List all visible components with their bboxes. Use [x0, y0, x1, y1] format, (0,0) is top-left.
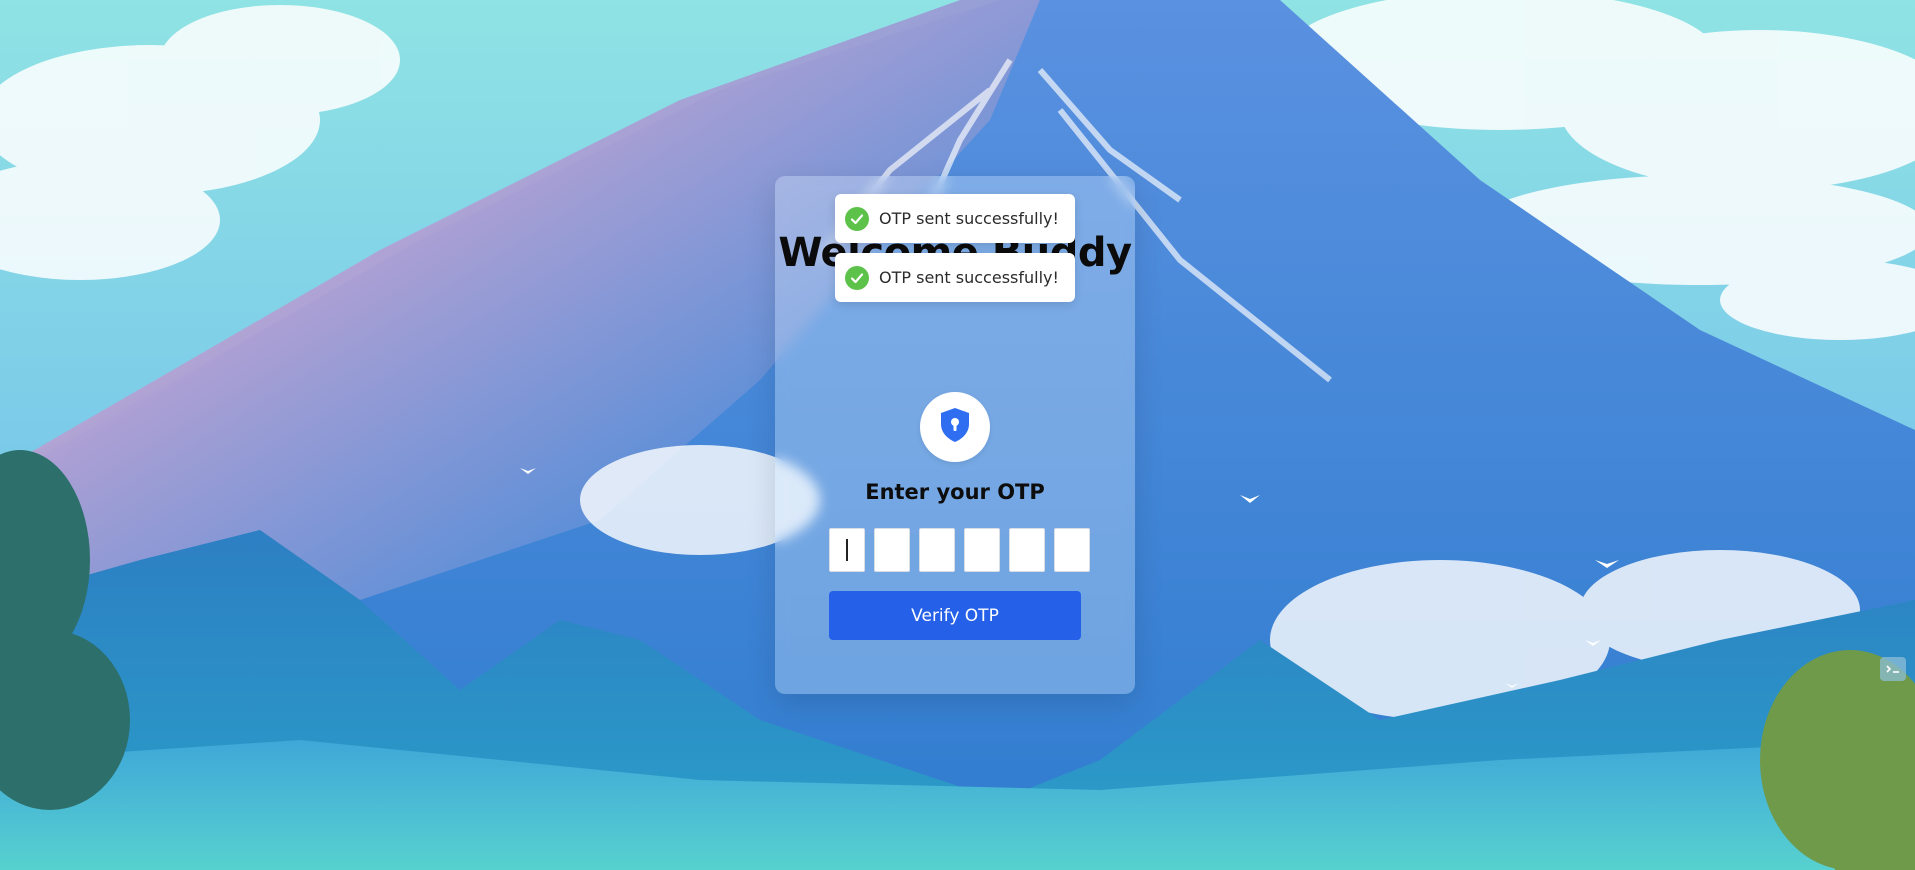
otp-digit-3[interactable] — [919, 528, 955, 572]
toast-message: OTP sent successfully! — [879, 209, 1059, 228]
text-caret — [846, 539, 848, 561]
otp-digit-5[interactable] — [1009, 528, 1045, 572]
toast-notification[interactable]: OTP sent successfully! — [835, 194, 1075, 243]
otp-digit-2[interactable] — [874, 528, 910, 572]
otp-digit-4[interactable] — [964, 528, 1000, 572]
shield-keyhole-icon — [938, 406, 972, 448]
app-window: Welcome Buddy Enter your OTP Verify OTP — [0, 0, 1915, 870]
otp-digit-6[interactable] — [1054, 528, 1090, 572]
check-circle-icon — [845, 265, 869, 290]
verify-otp-button[interactable]: Verify OTP — [829, 591, 1081, 640]
otp-input-group — [829, 528, 1090, 572]
otp-label: Enter your OTP — [865, 480, 1045, 504]
shield-badge — [920, 392, 990, 462]
devtools-icon[interactable] — [1880, 657, 1906, 681]
toast-notification[interactable]: OTP sent successfully! — [835, 253, 1075, 302]
toast-message: OTP sent successfully! — [879, 268, 1059, 287]
check-circle-icon — [845, 206, 869, 231]
